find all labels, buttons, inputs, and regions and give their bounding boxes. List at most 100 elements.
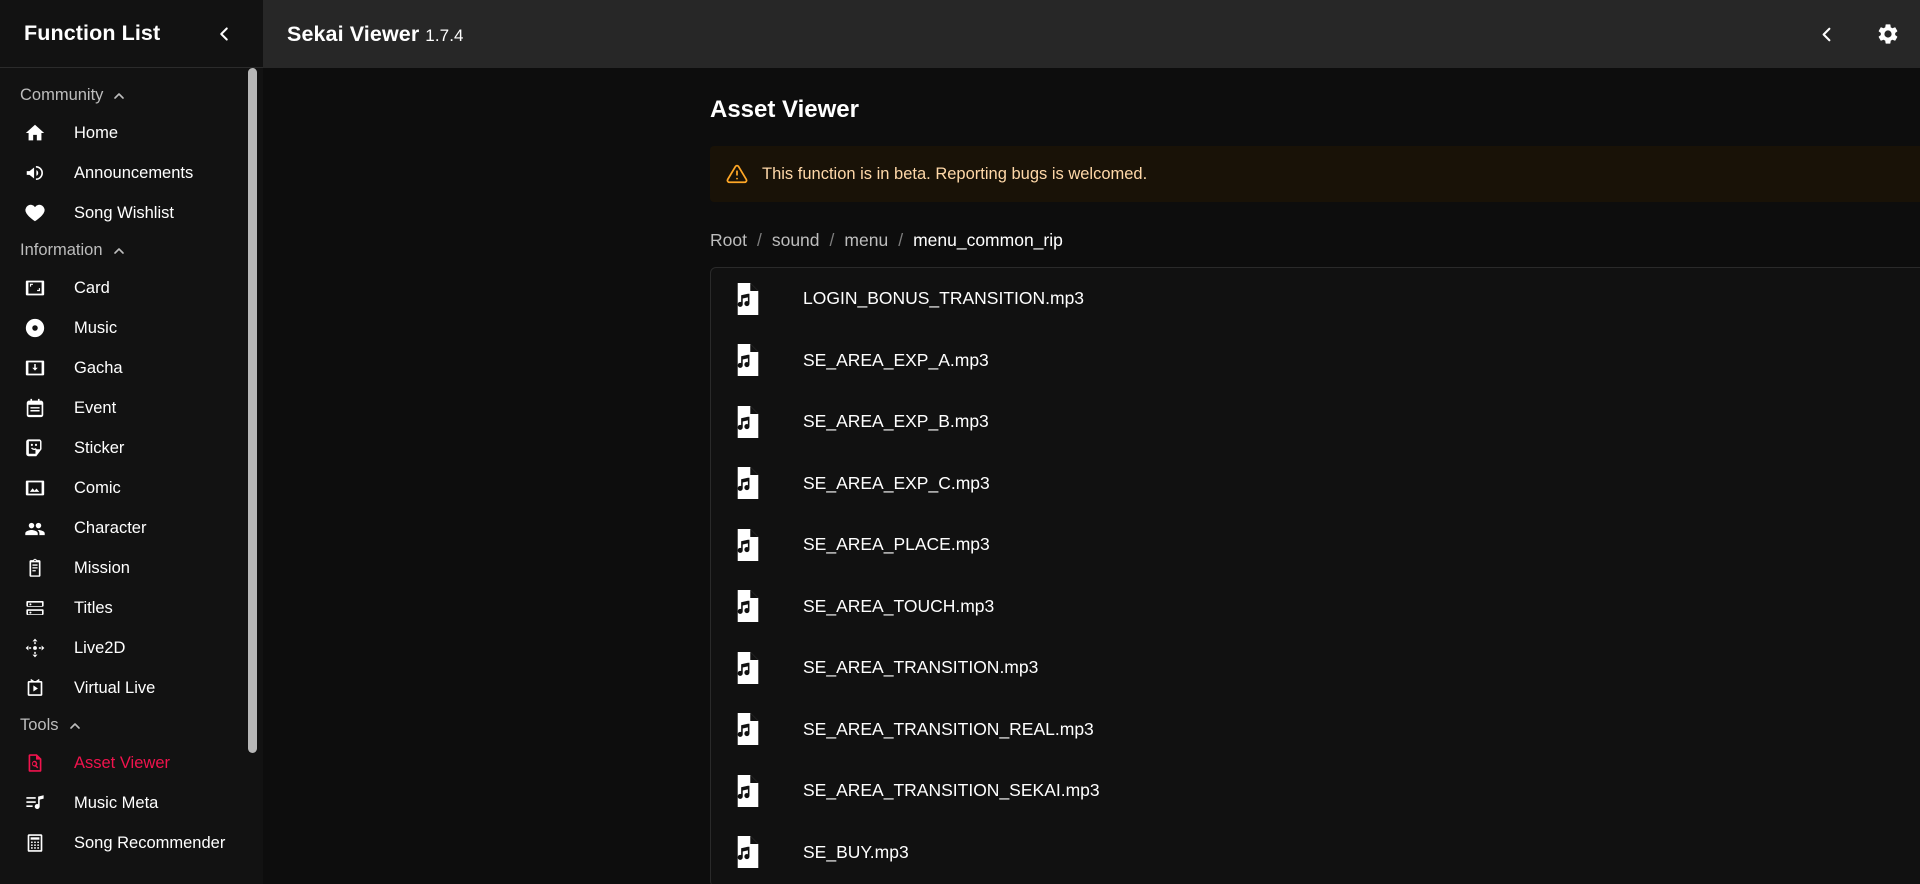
download-box-icon bbox=[22, 355, 48, 381]
sidebar-item-event[interactable]: Event bbox=[0, 388, 263, 428]
sidebar-title: Function List bbox=[24, 21, 207, 46]
sidebar-item-label: Character bbox=[74, 519, 146, 538]
sidebar-scrollbar[interactable] bbox=[248, 68, 257, 884]
sidebar-item-live2d[interactable]: Live2D bbox=[0, 628, 263, 668]
heart-icon bbox=[22, 200, 48, 226]
disc-icon bbox=[22, 315, 48, 341]
audio-file-icon bbox=[733, 282, 763, 316]
sidebar-item-asset-viewer[interactable]: Asset Viewer bbox=[0, 743, 263, 783]
file-list-item[interactable]: SE_AREA_TRANSITION.mp3 bbox=[711, 637, 1920, 699]
sidebar-item-comic[interactable]: Comic bbox=[0, 468, 263, 508]
megaphone-icon bbox=[22, 160, 48, 186]
file-list-item[interactable]: SE_AREA_TRANSITION_SEKAI.mp3 bbox=[711, 760, 1920, 822]
file-list-item[interactable]: SE_AREA_EXP_C.mp3 bbox=[711, 453, 1920, 515]
tv-play-icon bbox=[22, 675, 48, 701]
file-name: SE_AREA_EXP_A.mp3 bbox=[803, 350, 989, 371]
file-name: SE_AREA_TRANSITION_REAL.mp3 bbox=[803, 719, 1094, 740]
breadcrumb-separator: / bbox=[757, 230, 762, 251]
breadcrumb: Root/sound/menu/menu_common_rip bbox=[710, 230, 1920, 251]
file-list-item[interactable]: SE_BUY.mp3 bbox=[711, 822, 1920, 884]
audio-file-icon bbox=[733, 589, 763, 623]
sidebar-group-tools[interactable]: Tools bbox=[0, 708, 263, 743]
breadcrumb-separator: / bbox=[830, 230, 835, 251]
sidebar-group-label: Information bbox=[20, 241, 103, 260]
sidebar-item-song-wishlist[interactable]: Song Wishlist bbox=[0, 193, 263, 233]
sidebar-item-label: Gacha bbox=[74, 359, 123, 378]
audio-file-icon bbox=[733, 835, 763, 869]
audio-file-icon bbox=[733, 528, 763, 562]
file-name: SE_AREA_TOUCH.mp3 bbox=[803, 596, 994, 617]
gear-icon bbox=[1876, 22, 1900, 46]
chevron-left-icon bbox=[213, 23, 235, 45]
file-name: SE_BUY.mp3 bbox=[803, 842, 909, 863]
audio-file-icon bbox=[733, 774, 763, 808]
sidebar-item-label: Event bbox=[74, 399, 116, 418]
chevron-up-icon bbox=[67, 718, 83, 734]
file-name: SE_AREA_EXP_C.mp3 bbox=[803, 473, 990, 494]
sidebar-item-label: Announcements bbox=[74, 164, 193, 183]
sidebar-item-music[interactable]: Music bbox=[0, 308, 263, 348]
breadcrumb-item-root[interactable]: Root bbox=[710, 230, 747, 251]
sidebar-item-music-meta[interactable]: Music Meta bbox=[0, 783, 263, 823]
breadcrumb-item-sound[interactable]: sound bbox=[772, 230, 820, 251]
sidebar-item-label: Song Wishlist bbox=[74, 204, 174, 223]
sidebar-group-label: Tools bbox=[20, 716, 59, 735]
sidebar-item-card[interactable]: Card bbox=[0, 268, 263, 308]
calculator-icon bbox=[22, 830, 48, 856]
calendar-icon bbox=[22, 395, 48, 421]
asset-file-rows: LOGIN_BONUS_TRANSITION.mp3 SE_AREA_EXP_A.… bbox=[711, 268, 1920, 884]
sidebar-item-home[interactable]: Home bbox=[0, 113, 263, 153]
sticker-icon bbox=[22, 435, 48, 461]
sidebar-item-mission[interactable]: Mission bbox=[0, 548, 263, 588]
sidebar-scrollbar-thumb[interactable] bbox=[248, 68, 257, 753]
file-list-item[interactable]: SE_AREA_EXP_B.mp3 bbox=[711, 391, 1920, 453]
app-name: Sekai Viewer bbox=[287, 22, 419, 46]
list-rows-icon bbox=[22, 595, 48, 621]
file-list-item[interactable]: SE_AREA_EXP_A.mp3 bbox=[711, 330, 1920, 392]
app-bar: Sekai Viewer1.7.4 bbox=[263, 0, 1920, 68]
main-area: Sekai Viewer1.7.4 Asset Viewer bbox=[263, 0, 1920, 884]
settings-button[interactable] bbox=[1870, 16, 1906, 52]
file-list-item[interactable]: LOGIN_BONUS_TRANSITION.mp3 bbox=[711, 268, 1920, 330]
sidebar-item-virtual-live[interactable]: Virtual Live bbox=[0, 668, 263, 708]
sidebar-nav-scroll[interactable]: Community Home Announcements Song Wishlist I… bbox=[0, 68, 263, 884]
home-icon bbox=[22, 120, 48, 146]
sidebar-item-label: Titles bbox=[74, 599, 113, 618]
sidebar-item-announcements[interactable]: Announcements bbox=[0, 153, 263, 193]
audio-file-icon bbox=[733, 405, 763, 439]
file-list-item[interactable]: SE_AREA_TOUCH.mp3 bbox=[711, 576, 1920, 638]
sidebar-item-label: Live2D bbox=[74, 639, 125, 658]
chevron-up-icon bbox=[111, 88, 127, 104]
card-icon bbox=[22, 275, 48, 301]
page-content: Asset Viewer This function is in beta. R… bbox=[263, 68, 1920, 884]
back-button[interactable] bbox=[1808, 16, 1844, 52]
chevron-left-icon bbox=[1815, 23, 1838, 46]
warning-triangle-icon bbox=[726, 163, 748, 185]
sidebar-item-sticker[interactable]: Sticker bbox=[0, 428, 263, 468]
audio-file-icon bbox=[733, 651, 763, 685]
sidebar-collapse-button[interactable] bbox=[207, 17, 241, 51]
sidebar-group-label: Community bbox=[20, 86, 103, 105]
file-name: SE_AREA_TRANSITION_SEKAI.mp3 bbox=[803, 780, 1100, 801]
page-title: Asset Viewer bbox=[710, 96, 1920, 124]
beta-alert-banner: This function is in beta. Reporting bugs… bbox=[710, 146, 1920, 202]
sidebar-group-community[interactable]: Community bbox=[0, 78, 263, 113]
sidebar-item-label: Music bbox=[74, 319, 117, 338]
sidebar-item-gacha[interactable]: Gacha bbox=[0, 348, 263, 388]
sidebar-item-label: Mission bbox=[74, 559, 130, 578]
sidebar-item-song-recommender[interactable]: Song Recommender bbox=[0, 823, 263, 863]
beta-alert-message: This function is in beta. Reporting bugs… bbox=[762, 165, 1147, 184]
app-root: Function List Community Home Announcements… bbox=[0, 0, 1920, 884]
audio-file-icon bbox=[733, 343, 763, 377]
file-list-item[interactable]: SE_AREA_TRANSITION_REAL.mp3 bbox=[711, 699, 1920, 761]
file-list-item[interactable]: SE_AREA_PLACE.mp3 bbox=[711, 514, 1920, 576]
sidebar-item-character[interactable]: Character bbox=[0, 508, 263, 548]
image-icon bbox=[22, 475, 48, 501]
clipboard-icon bbox=[22, 555, 48, 581]
breadcrumb-separator: / bbox=[898, 230, 903, 251]
file-name: SE_AREA_PLACE.mp3 bbox=[803, 534, 990, 555]
breadcrumb-item-menu[interactable]: menu bbox=[844, 230, 888, 251]
sidebar-item-titles[interactable]: Titles bbox=[0, 588, 263, 628]
chevron-up-icon bbox=[111, 243, 127, 259]
sidebar-group-information[interactable]: Information bbox=[0, 233, 263, 268]
